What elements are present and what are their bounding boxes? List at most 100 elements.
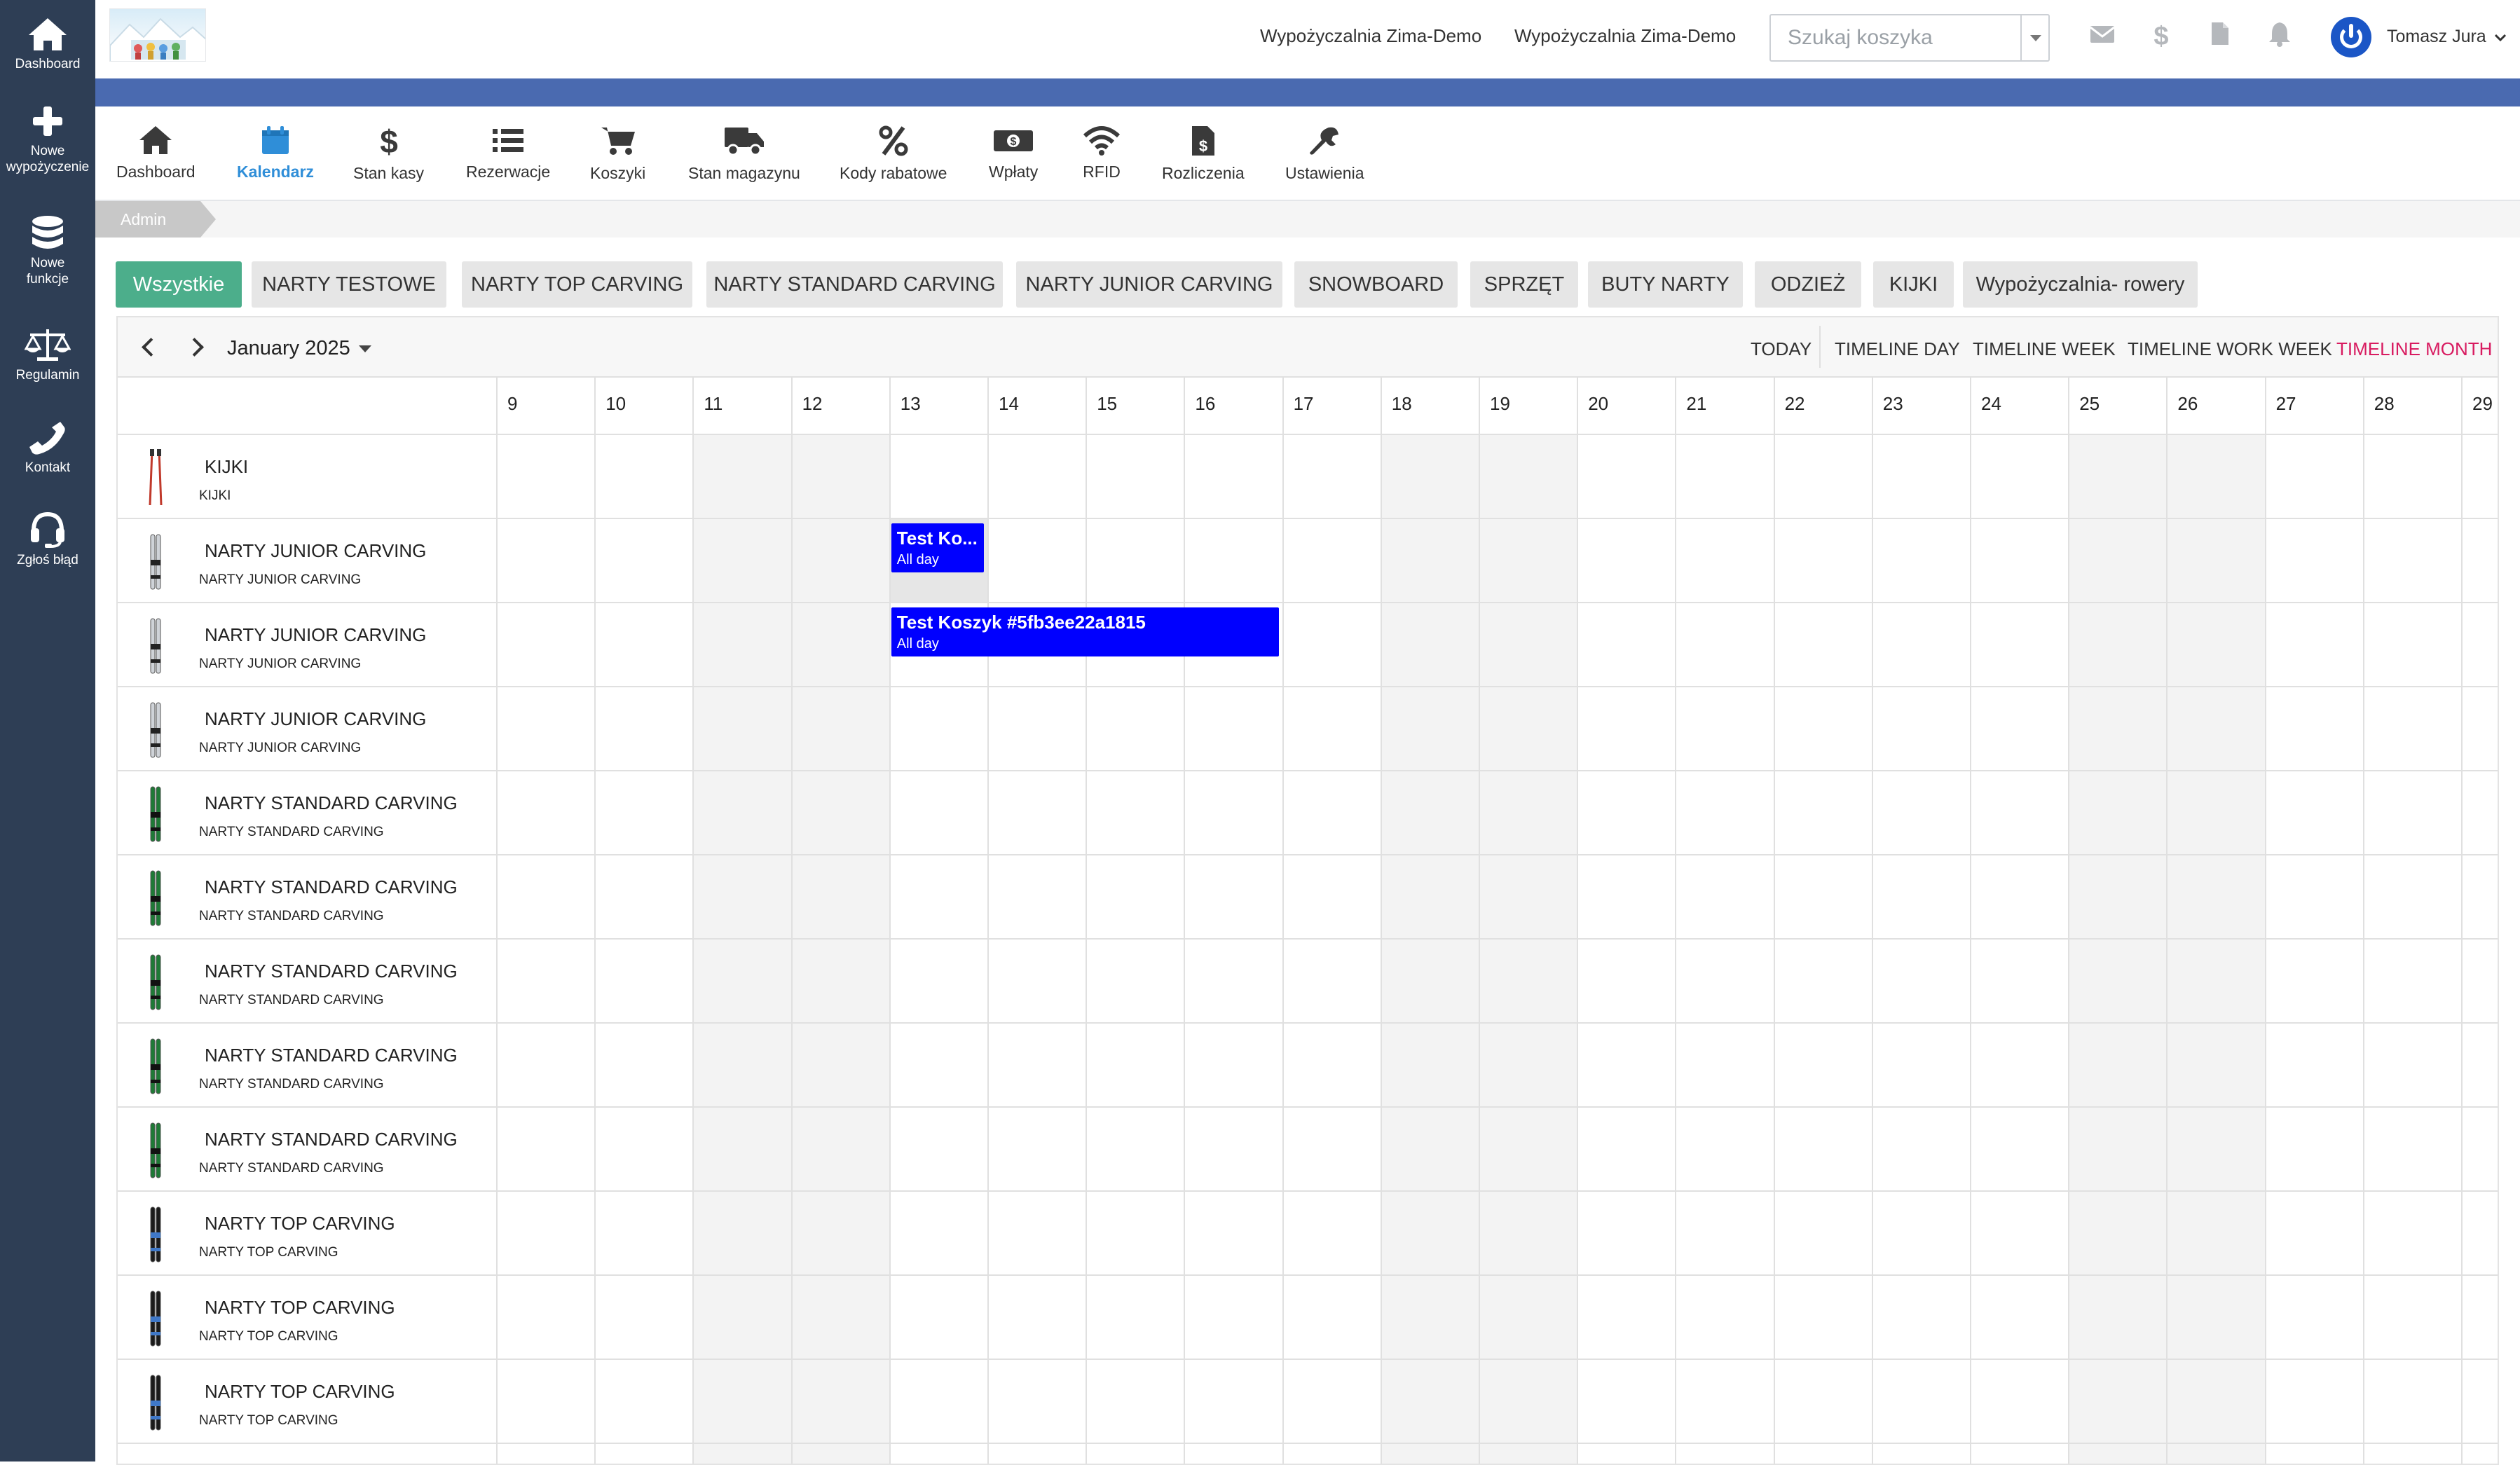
- resource-row: NARTY STANDARD CARVING NARTY STANDARD CAR…: [118, 771, 2498, 855]
- resource-cell[interactable]: NARTY TOP CARVING NARTY TOP CARVING: [118, 1192, 496, 1276]
- filter-top-carving[interactable]: NARTY TOP CARVING: [462, 261, 692, 308]
- rental-selector-1[interactable]: Wypożyczalnia Zima-Demo: [1260, 25, 1481, 47]
- day-header[interactable]: 13: [889, 378, 987, 435]
- ski-poles-icon: [149, 449, 163, 506]
- filter-equipment[interactable]: SPRZĘT: [1470, 261, 1578, 308]
- day-header[interactable]: 21: [1675, 378, 1774, 435]
- next-month-button[interactable]: [182, 333, 210, 361]
- skis-icon: [150, 1375, 161, 1431]
- nav-label: Rezerwacje: [466, 163, 551, 181]
- resource-cell[interactable]: NARTY STANDARD CARVING NARTY STANDARD CAR…: [118, 940, 496, 1024]
- cart-search[interactable]: [1769, 14, 2050, 62]
- breadcrumb-item-admin[interactable]: Admin: [95, 201, 216, 238]
- resource-cell[interactable]: NARTY STANDARD CARVING NARTY STANDARD CAR…: [118, 1024, 496, 1108]
- resource-cell[interactable]: KIJKI KIJKI: [118, 435, 496, 519]
- resource-cell[interactable]: NARTY JUNIOR CARVING NARTY JUNIOR CARVING: [118, 519, 496, 603]
- filter-ski-boots[interactable]: BUTY NARTY: [1588, 261, 1743, 308]
- sidebar-item-report-bug[interactable]: Zgłoś błąd: [0, 510, 95, 568]
- main-sidebar: Dashboard Nowe wypożyczenie Nowe funkcje…: [0, 0, 95, 1461]
- nav-settings[interactable]: Ustawienia: [1285, 125, 1364, 183]
- view-timeline-work-week[interactable]: TIMELINE WORK WEEK: [2128, 338, 2332, 360]
- nav-stock[interactable]: Stan magazynu: [688, 125, 800, 183]
- nav-rfid[interactable]: RFID: [1082, 125, 1121, 181]
- filter-test-skis[interactable]: NARTY TESTOWE: [252, 261, 446, 308]
- resource-cell[interactable]: NARTY JUNIOR CARVING NARTY JUNIOR CARVING: [118, 603, 496, 687]
- view-today[interactable]: TODAY: [1751, 338, 1812, 360]
- month-picker[interactable]: January 2025: [227, 337, 350, 360]
- day-header[interactable]: 24: [1970, 378, 2069, 435]
- document-icon[interactable]: [2210, 21, 2230, 46]
- reservation-event[interactable]: Test Koszyk #5fb3ee22a1815 All day: [891, 607, 1279, 656]
- sidebar-item-new-features[interactable]: Nowe funkcje: [0, 214, 95, 287]
- chevron-down-icon[interactable]: [359, 345, 371, 352]
- day-header[interactable]: 10: [594, 378, 693, 435]
- database-icon: [32, 216, 63, 249]
- sidebar-item-contact[interactable]: Kontakt: [0, 419, 95, 476]
- day-header[interactable]: 25: [2068, 378, 2167, 435]
- nav-calendar[interactable]: Kalendarz: [237, 125, 314, 181]
- day-header[interactable]: 19: [1479, 378, 1577, 435]
- day-header[interactable]: 23: [1871, 378, 1970, 435]
- rental-selector-2[interactable]: Wypożyczalnia Zima-Demo: [1514, 25, 1736, 47]
- day-header[interactable]: 16: [1184, 378, 1282, 435]
- resource-cell[interactable]: NARTY STANDARD CARVING NARTY STANDARD CAR…: [118, 771, 496, 855]
- event-subtitle: All day: [896, 636, 939, 652]
- day-header[interactable]: 14: [987, 378, 1086, 435]
- sidebar-item-new-rental[interactable]: Nowe wypożyczenie: [0, 104, 95, 175]
- day-header[interactable]: 11: [692, 378, 791, 435]
- nav-settlements[interactable]: $ Rozliczenia: [1162, 125, 1245, 183]
- nav-dashboard[interactable]: Dashboard: [116, 125, 196, 181]
- day-header[interactable]: 17: [1282, 378, 1381, 435]
- day-header[interactable]: 29: [2461, 378, 2498, 435]
- nav-discount-codes[interactable]: Kody rabatowe: [840, 125, 947, 183]
- day-header[interactable]: 26: [2166, 378, 2265, 435]
- resource-row: NARTY STANDARD CARVING NARTY STANDARD CAR…: [118, 1024, 2498, 1108]
- filter-standard-carving[interactable]: NARTY STANDARD CARVING: [706, 261, 1003, 308]
- resource-cell[interactable]: NARTY STANDARD CARVING NARTY STANDARD CAR…: [118, 1108, 496, 1192]
- chevron-down-icon[interactable]: [2020, 15, 2048, 60]
- cart-search-input[interactable]: [1771, 15, 2020, 60]
- nav-cash-status[interactable]: $ Stan kasy: [353, 125, 424, 183]
- day-header[interactable]: 15: [1086, 378, 1184, 435]
- prev-month-button[interactable]: [136, 333, 164, 361]
- day-header[interactable]: 9: [496, 378, 595, 435]
- envelope-icon[interactable]: [2090, 24, 2115, 45]
- resource-cell[interactable]: NARTY TOP CARVING NARTY TOP CARVING: [118, 1276, 496, 1360]
- view-timeline-month[interactable]: TIMELINE MONTH: [2336, 338, 2492, 360]
- bell-icon[interactable]: [2268, 21, 2292, 48]
- day-header[interactable]: 12: [790, 378, 889, 435]
- resource-subtitle: NARTY TOP CARVING: [199, 1329, 338, 1344]
- truck-icon: [724, 128, 764, 156]
- sidebar-item-label: Nowe funkcje: [26, 256, 69, 287]
- user-avatar[interactable]: [2331, 17, 2371, 57]
- resource-title: NARTY STANDARD CARVING: [205, 792, 458, 813]
- sidebar-item-rules[interactable]: Regulamin: [0, 326, 95, 383]
- resource-cell[interactable]: NARTY TOP CARVING NARTY TOP CARVING: [118, 1360, 496, 1444]
- day-header[interactable]: 22: [1773, 378, 1872, 435]
- filter-poles[interactable]: KIJKI: [1873, 261, 1954, 308]
- company-logo[interactable]: [109, 8, 206, 62]
- sidebar-item-dashboard[interactable]: Dashboard: [0, 15, 95, 72]
- resource-cell[interactable]: NARTY JUNIOR CARVING NARTY JUNIOR CARVING: [118, 687, 496, 771]
- nav-payments[interactable]: $ Wpłaty: [989, 125, 1038, 181]
- nav-reservations[interactable]: Rezerwacje: [466, 125, 550, 181]
- resource-row: NARTY TOP CARVING NARTY TOP CARVING: [118, 1192, 2498, 1276]
- day-header[interactable]: 28: [2362, 378, 2461, 435]
- filter-all[interactable]: Wszystkie: [116, 261, 242, 308]
- resource-subtitle: NARTY STANDARD CARVING: [199, 909, 384, 923]
- filter-bike-rental[interactable]: Wypożyczalnia- rowery: [1963, 261, 2198, 308]
- user-menu[interactable]: Tomasz Jura: [2387, 27, 2507, 47]
- filter-junior-carving[interactable]: NARTY JUNIOR CARVING: [1016, 261, 1282, 308]
- view-timeline-day[interactable]: TIMELINE DAY: [1835, 338, 1960, 360]
- day-header[interactable]: 20: [1577, 378, 1676, 435]
- day-header[interactable]: 18: [1380, 378, 1479, 435]
- reservation-event[interactable]: Test Ko... All day: [891, 523, 984, 572]
- day-header[interactable]: 27: [2264, 378, 2363, 435]
- dollar-icon[interactable]: $: [2153, 21, 2170, 49]
- filter-snowboard[interactable]: SNOWBOARD: [1294, 261, 1458, 308]
- view-timeline-week[interactable]: TIMELINE WEEK: [1973, 338, 2116, 360]
- resource-cell[interactable]: NARTY STANDARD CARVING NARTY STANDARD CAR…: [118, 855, 496, 940]
- filter-clothing[interactable]: ODZIEŻ: [1755, 261, 1861, 308]
- nav-carts[interactable]: Koszyki: [590, 125, 645, 183]
- calendar-toolbar: January 2025 TODAY TIMELINE DAY TIMELINE…: [118, 317, 2498, 378]
